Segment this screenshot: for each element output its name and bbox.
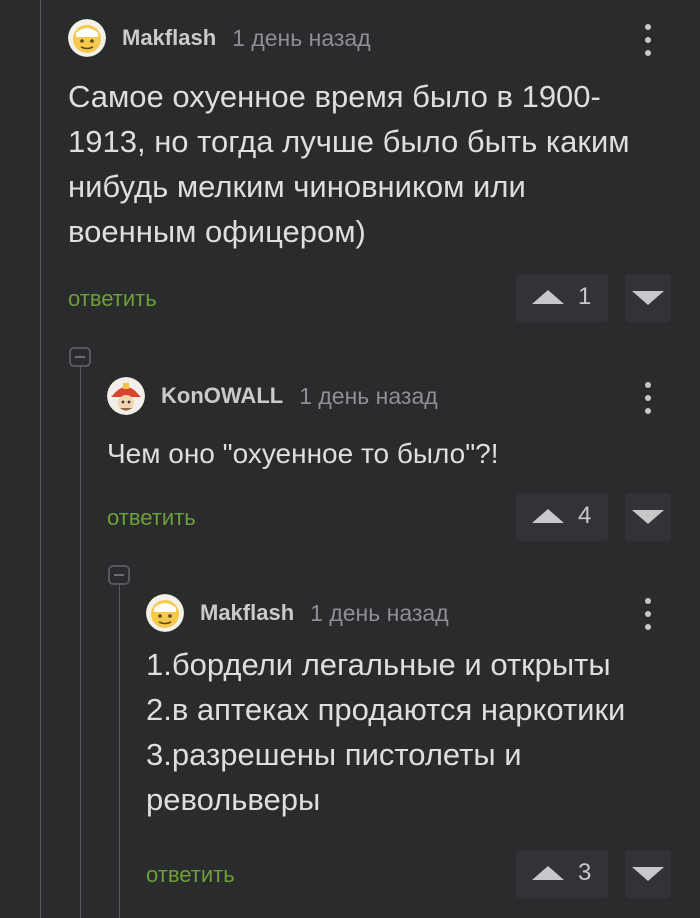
comment-author[interactable]: Makflash xyxy=(200,600,294,626)
comment-line: Самое охуенное время было в 1900- xyxy=(68,79,601,114)
comment-line: 1913, но тогда лучше было быть каким xyxy=(68,124,630,159)
comment-menu-button[interactable] xyxy=(643,380,653,416)
comment: KonOWALL 1 день назад Чем оно "охуенное … xyxy=(107,376,499,476)
vote-count: 1 xyxy=(578,283,592,310)
comment-author[interactable]: KonOWALL xyxy=(161,383,283,409)
comment: Makflash 1 день назад Самое охуенное вре… xyxy=(68,18,630,254)
emoji-avatar-icon[interactable] xyxy=(68,19,106,57)
comment-timestamp: 1 день назад xyxy=(232,24,371,51)
comment-menu-button[interactable] xyxy=(643,22,653,58)
reply-button[interactable]: ответить xyxy=(107,505,196,531)
comment-author[interactable]: Makflash xyxy=(122,25,216,51)
arrow-up-icon xyxy=(532,509,564,523)
downvote-button[interactable] xyxy=(625,850,671,898)
collapse-thread-button[interactable] xyxy=(108,565,130,585)
comment-line: Чем оно "охуенное то было"?! xyxy=(107,438,499,469)
firefighter-avatar-icon[interactable] xyxy=(107,377,145,415)
downvote-button[interactable] xyxy=(625,493,671,541)
comment-line: револьверы xyxy=(146,782,321,817)
upvote-button[interactable]: 4 xyxy=(516,493,608,541)
comment-thread: Makflash 1 день назад Самое охуенное вре… xyxy=(0,0,700,918)
thread-line-level-2 xyxy=(119,582,120,918)
comment-line: 1.бордели легальные и открыты xyxy=(146,647,611,682)
arrow-down-icon xyxy=(632,867,664,881)
arrow-up-icon xyxy=(532,866,564,880)
upvote-button[interactable]: 3 xyxy=(516,850,608,898)
vote-count: 4 xyxy=(578,502,592,529)
comment-timestamp: 1 день назад xyxy=(299,382,438,409)
comment-header: Makflash 1 день назад xyxy=(68,18,630,58)
arrow-up-icon xyxy=(532,290,564,304)
reply-button[interactable]: ответить xyxy=(146,862,235,888)
emoji-avatar-icon[interactable] xyxy=(146,594,184,632)
comment-line: 3.разрешены пистолеты и xyxy=(146,737,522,772)
comment-header: KonOWALL 1 день назад xyxy=(107,376,499,416)
comment-timestamp: 1 день назад xyxy=(310,599,449,626)
reply-button[interactable]: ответить xyxy=(68,286,157,312)
thread-line-level-1 xyxy=(80,362,81,918)
arrow-down-icon xyxy=(632,291,664,305)
comment-line: военным офицером) xyxy=(68,214,366,249)
thread-line-level-0 xyxy=(40,0,41,918)
downvote-button[interactable] xyxy=(625,274,671,322)
comment-text: 1.бордели легальные и открыты 2.в аптека… xyxy=(146,642,625,822)
comment-line: нибудь мелким чиновником или xyxy=(68,169,526,204)
collapse-thread-button[interactable] xyxy=(69,347,91,367)
comment-header: Makflash 1 день назад xyxy=(146,593,625,633)
comment-line: 2.в аптеках продаются наркотики xyxy=(146,692,626,727)
comment: Makflash 1 день назад 1.бордели легальны… xyxy=(146,593,625,822)
upvote-button[interactable]: 1 xyxy=(516,274,608,322)
comment-text: Самое охуенное время было в 1900- 1913, … xyxy=(68,74,630,254)
comment-menu-button[interactable] xyxy=(643,596,653,632)
comment-text: Чем оно "охуенное то было"?! xyxy=(107,431,499,476)
vote-count: 3 xyxy=(578,859,592,886)
arrow-down-icon xyxy=(632,510,664,524)
